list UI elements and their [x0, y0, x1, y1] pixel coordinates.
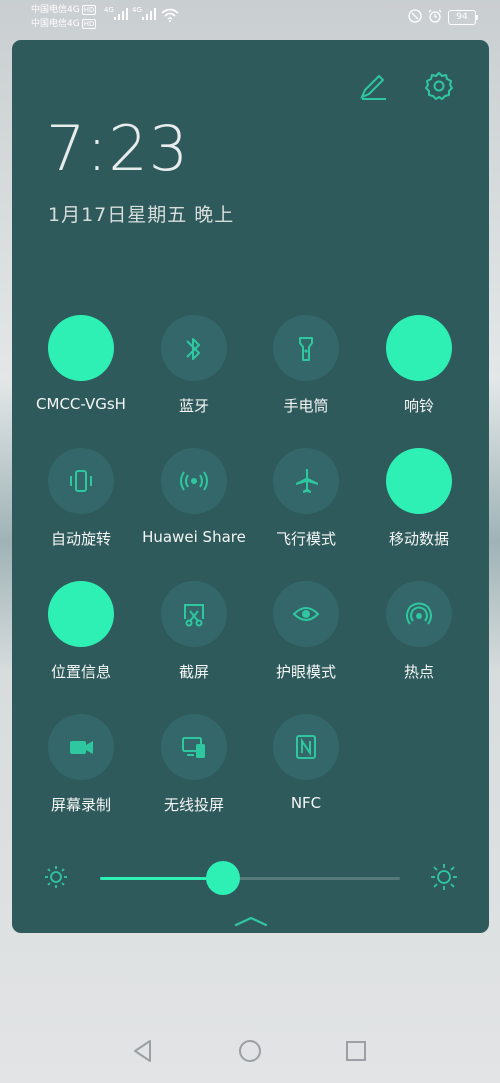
wifi-icon[interactable] — [48, 315, 114, 381]
edit-icon[interactable] — [357, 70, 389, 102]
toggle-label: 截屏 — [178, 663, 209, 681]
brightness-high-icon — [431, 864, 457, 890]
toggle-screenshot[interactable]: 截屏 — [134, 581, 254, 682]
screen-record-icon[interactable] — [48, 714, 114, 780]
carrier-2: 中国电信4G HD — [31, 18, 97, 30]
toggle-label: NFC — [290, 794, 322, 812]
flashlight-icon[interactable] — [273, 315, 339, 381]
quick-settings-panel: 7:23 1月17日星期五 晚上 CMCC-VGsH 蓝牙 手电筒 响铃自动旋转 Hua… — [12, 40, 489, 933]
clock-time: 7:23 — [46, 112, 190, 185]
toggle-label: 无线投屏 — [163, 796, 224, 814]
toggle-huawei-share[interactable]: Huawei Share — [134, 448, 254, 546]
toggle-screen-record[interactable]: 屏幕录制 — [21, 714, 141, 815]
status-bar: 中国电信4G HD 中国电信4G HD 4G 4G 94 — [0, 0, 500, 34]
wireless-projection-icon[interactable] — [161, 714, 227, 780]
battery-indicator: 94 — [448, 10, 478, 25]
brightness-track[interactable] — [100, 861, 400, 895]
dnd-icon — [408, 8, 422, 27]
toggle-bell[interactable]: 响铃 — [359, 315, 479, 416]
toggle-mobile-data[interactable]: 移动数据 — [359, 448, 479, 549]
collapse-handle-icon[interactable] — [234, 915, 268, 927]
toggle-bluetooth[interactable]: 蓝牙 — [134, 315, 254, 416]
toggle-wifi[interactable]: CMCC-VGsH — [21, 315, 141, 413]
huawei-share-icon[interactable] — [161, 448, 227, 514]
toggle-nfc[interactable]: NFC — [246, 714, 366, 812]
clock-date: 1月17日星期五 晚上 — [48, 204, 235, 226]
eye-icon[interactable] — [273, 581, 339, 647]
navigation-bar — [0, 1020, 500, 1080]
brightness-fill — [100, 877, 223, 880]
toggle-label: 飞行模式 — [275, 530, 336, 548]
brightness-thumb[interactable] — [206, 861, 240, 895]
toggle-label: Huawei Share — [142, 528, 246, 546]
wifi-status-icon — [160, 8, 180, 22]
bluetooth-icon[interactable] — [161, 315, 227, 381]
toggle-label: 移动数据 — [388, 530, 449, 548]
toggle-label: 屏幕录制 — [50, 796, 111, 814]
carrier-2-label: 中国电信4G — [31, 19, 80, 29]
recents-icon[interactable] — [343, 1038, 369, 1064]
carrier-1: 中国电信4G HD — [31, 4, 97, 16]
screenshot-icon[interactable] — [161, 581, 227, 647]
back-icon[interactable] — [130, 1038, 156, 1064]
hd-badge-2: HD — [81, 19, 97, 29]
airplane-icon[interactable] — [273, 448, 339, 514]
brightness-slider — [12, 858, 489, 898]
brightness-low-icon — [45, 866, 67, 888]
toggle-airplane[interactable]: 飞行模式 — [246, 448, 366, 549]
nfc-icon[interactable] — [273, 714, 339, 780]
status-right-group: 94 — [408, 8, 478, 27]
hotspot-icon[interactable] — [386, 581, 452, 647]
toggle-label: CMCC-VGsH — [36, 395, 126, 413]
toggle-label: 手电筒 — [283, 397, 329, 415]
bell-icon[interactable] — [386, 315, 452, 381]
network-type-1: 4G — [104, 6, 114, 14]
hd-badge-1: HD — [81, 5, 97, 15]
toggle-label: 位置信息 — [50, 663, 111, 681]
toggle-label: 护眼模式 — [275, 663, 336, 681]
location-icon[interactable] — [48, 581, 114, 647]
toggle-auto-rotate[interactable]: 自动旋转 — [21, 448, 141, 549]
toggle-label: 热点 — [403, 663, 434, 681]
toggle-label: 蓝牙 — [178, 397, 209, 415]
toggle-eye[interactable]: 护眼模式 — [246, 581, 366, 682]
network-type-2: 4G — [132, 6, 142, 14]
toggle-label: 响铃 — [403, 397, 434, 415]
home-icon[interactable] — [237, 1038, 263, 1064]
alarm-icon — [428, 8, 442, 27]
panel-top-icons — [357, 70, 455, 102]
settings-gear-icon[interactable] — [423, 70, 455, 102]
toggle-hotspot[interactable]: 热点 — [359, 581, 479, 682]
carrier-1-label: 中国电信4G — [31, 5, 80, 15]
toggle-label: 自动旋转 — [50, 530, 111, 548]
auto-rotate-icon[interactable] — [48, 448, 114, 514]
toggle-wireless-projection[interactable]: 无线投屏 — [134, 714, 254, 815]
mobile-data-icon[interactable] — [386, 448, 452, 514]
toggle-flashlight[interactable]: 手电筒 — [246, 315, 366, 416]
toggle-location[interactable]: 位置信息 — [21, 581, 141, 682]
